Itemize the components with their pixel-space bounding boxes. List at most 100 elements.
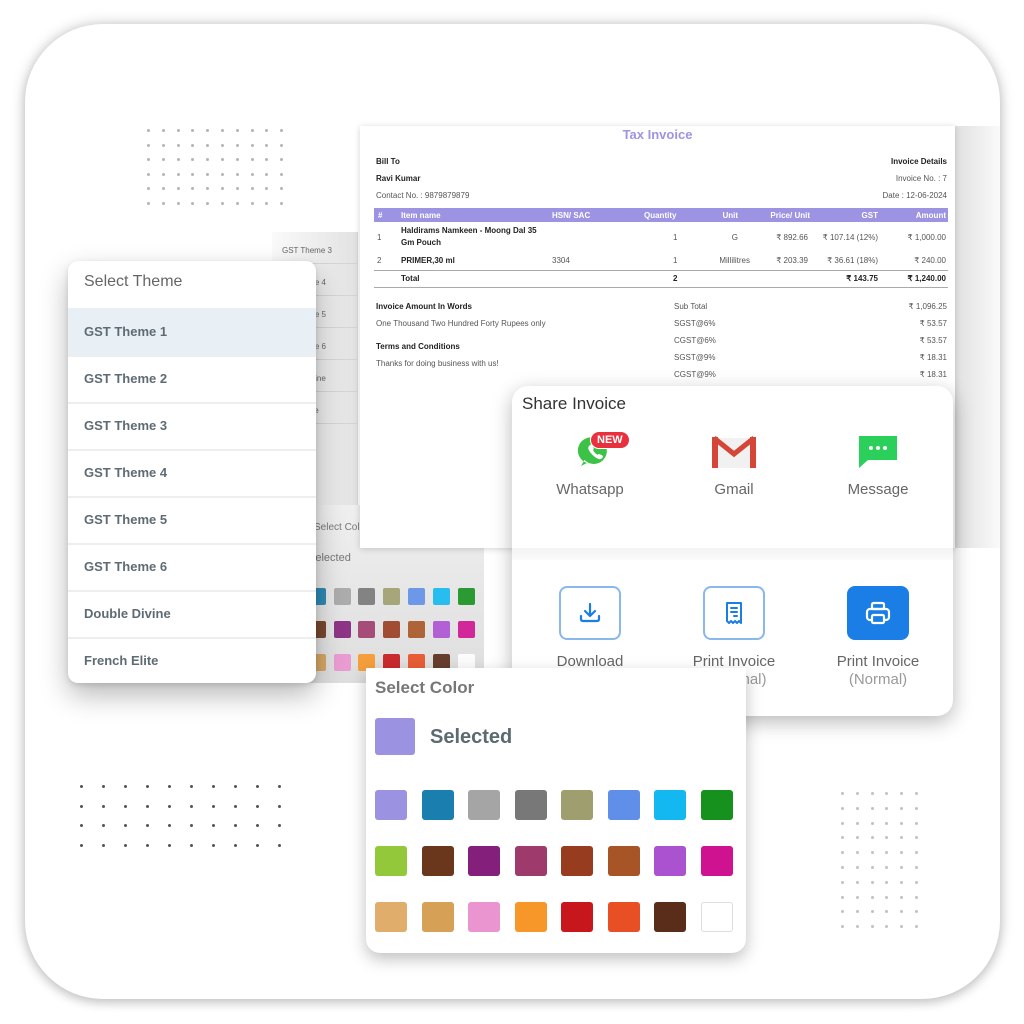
dot	[176, 187, 180, 190]
dot	[278, 785, 281, 788]
col-number: #	[378, 211, 383, 220]
share-gmail-button[interactable]: Gmail	[674, 432, 794, 498]
theme-option-gst-theme-5[interactable]: GST Theme 5	[68, 496, 316, 543]
message-icon	[859, 436, 897, 468]
share-message-button[interactable]: Message	[818, 432, 938, 498]
item-qty: 1	[673, 233, 678, 242]
color-swatch[interactable]	[514, 790, 547, 820]
dot	[900, 895, 904, 899]
color-swatch[interactable]	[607, 846, 640, 876]
ghost-color-swatch	[358, 621, 376, 638]
dot	[221, 201, 224, 205]
print-normal-button[interactable]: Print Invoice (Normal)	[808, 586, 948, 689]
color-swatch[interactable]	[468, 790, 500, 820]
dot	[212, 824, 215, 827]
ghost-color-swatch	[457, 621, 475, 638]
amount-words: One Thousand Two Hundred Forty Rupees on…	[376, 319, 546, 328]
dot	[161, 129, 165, 132]
theme-option-gst-theme-4[interactable]: GST Theme 4	[68, 449, 316, 496]
color-swatch[interactable]	[375, 790, 407, 820]
dot	[221, 158, 224, 161]
summary-label: SGST@9%	[674, 353, 716, 362]
theme-option-french-elite[interactable]: French Elite	[68, 637, 316, 683]
dot	[80, 843, 83, 847]
dot	[102, 804, 105, 808]
color-swatch[interactable]	[468, 902, 500, 932]
color-swatch[interactable]	[514, 846, 547, 876]
color-swatch[interactable]	[561, 846, 593, 876]
item-price: ₹ 892.66	[776, 233, 808, 242]
color-swatch[interactable]	[468, 846, 500, 876]
dot	[206, 143, 210, 147]
theme-option-gst-theme-1[interactable]: GST Theme 1	[68, 308, 316, 355]
color-swatch[interactable]	[654, 902, 686, 932]
color-swatch[interactable]	[607, 790, 640, 820]
total-gst: ₹ 143.75	[846, 274, 878, 283]
select-color-panel: Select Color Selected	[366, 668, 746, 953]
dot	[147, 187, 150, 190]
theme-option-gst-theme-2[interactable]: GST Theme 2	[68, 355, 316, 402]
color-swatch[interactable]	[514, 902, 547, 932]
dot	[900, 821, 904, 825]
dot	[855, 806, 859, 810]
dot	[278, 804, 281, 808]
color-swatch[interactable]	[700, 902, 733, 932]
dot	[915, 792, 918, 795]
dot	[234, 785, 237, 788]
color-swatch[interactable]	[607, 902, 640, 932]
dot	[146, 843, 149, 847]
dot	[80, 824, 83, 827]
dot	[168, 785, 171, 788]
ghost-color-swatch	[383, 588, 401, 605]
item-unit: Millilitres	[719, 256, 750, 265]
dot	[256, 785, 259, 788]
color-swatch[interactable]	[375, 902, 407, 932]
dot	[235, 158, 239, 161]
dot	[235, 201, 239, 205]
color-swatch[interactable]	[561, 790, 593, 820]
section-divider	[512, 548, 953, 560]
dot	[124, 824, 127, 827]
dot	[256, 824, 259, 827]
dot	[102, 843, 105, 847]
color-swatch[interactable]	[700, 790, 733, 820]
dot	[855, 895, 859, 899]
theme-option-double-divine[interactable]: Double Divine	[68, 590, 316, 637]
download-icon	[579, 602, 601, 623]
gmail-label: Gmail	[714, 481, 754, 498]
summary-value: ₹ 18.31	[919, 370, 947, 379]
color-swatch[interactable]	[421, 902, 454, 932]
dot	[870, 866, 874, 869]
color-swatch[interactable]	[700, 846, 733, 876]
invoice-table-header: # Item name HSN/ SAC Quantity Unit Price…	[374, 208, 948, 222]
theme-option-gst-theme-6[interactable]: GST Theme 6	[68, 543, 316, 590]
dot	[841, 821, 844, 825]
color-swatch[interactable]	[421, 846, 454, 876]
dot	[855, 851, 859, 855]
dot	[190, 824, 193, 827]
table-row: 2 PRIMER,30 ml 3304 1 Millilitres ₹ 203.…	[374, 253, 948, 269]
color-swatch[interactable]	[375, 846, 407, 876]
color-swatch[interactable]	[654, 790, 686, 820]
color-swatch[interactable]	[561, 902, 593, 932]
dot	[212, 785, 215, 788]
dot	[250, 187, 254, 190]
dot	[234, 804, 237, 808]
dot	[102, 824, 105, 827]
dot	[190, 804, 193, 808]
dot	[256, 804, 259, 808]
share-invoice-panel: Share Invoice Whatsapp Gmail Message Dow…	[512, 386, 953, 716]
theme-option-gst-theme-3[interactable]: GST Theme 3	[68, 402, 316, 449]
dot	[855, 880, 859, 884]
download-icon-box	[559, 586, 621, 640]
ghost-color-swatch	[333, 654, 351, 671]
col-item-name: Item name	[401, 211, 441, 220]
dot	[176, 172, 180, 176]
dot	[147, 129, 150, 132]
color-swatch[interactable]	[654, 846, 686, 876]
item-name: Haldirams Namkeen - Moong Dal 35	[401, 226, 537, 235]
invoice-date: Date : 12-06-2024	[882, 191, 948, 200]
dot	[870, 895, 874, 899]
dot	[278, 824, 281, 827]
color-swatch[interactable]	[421, 790, 454, 820]
